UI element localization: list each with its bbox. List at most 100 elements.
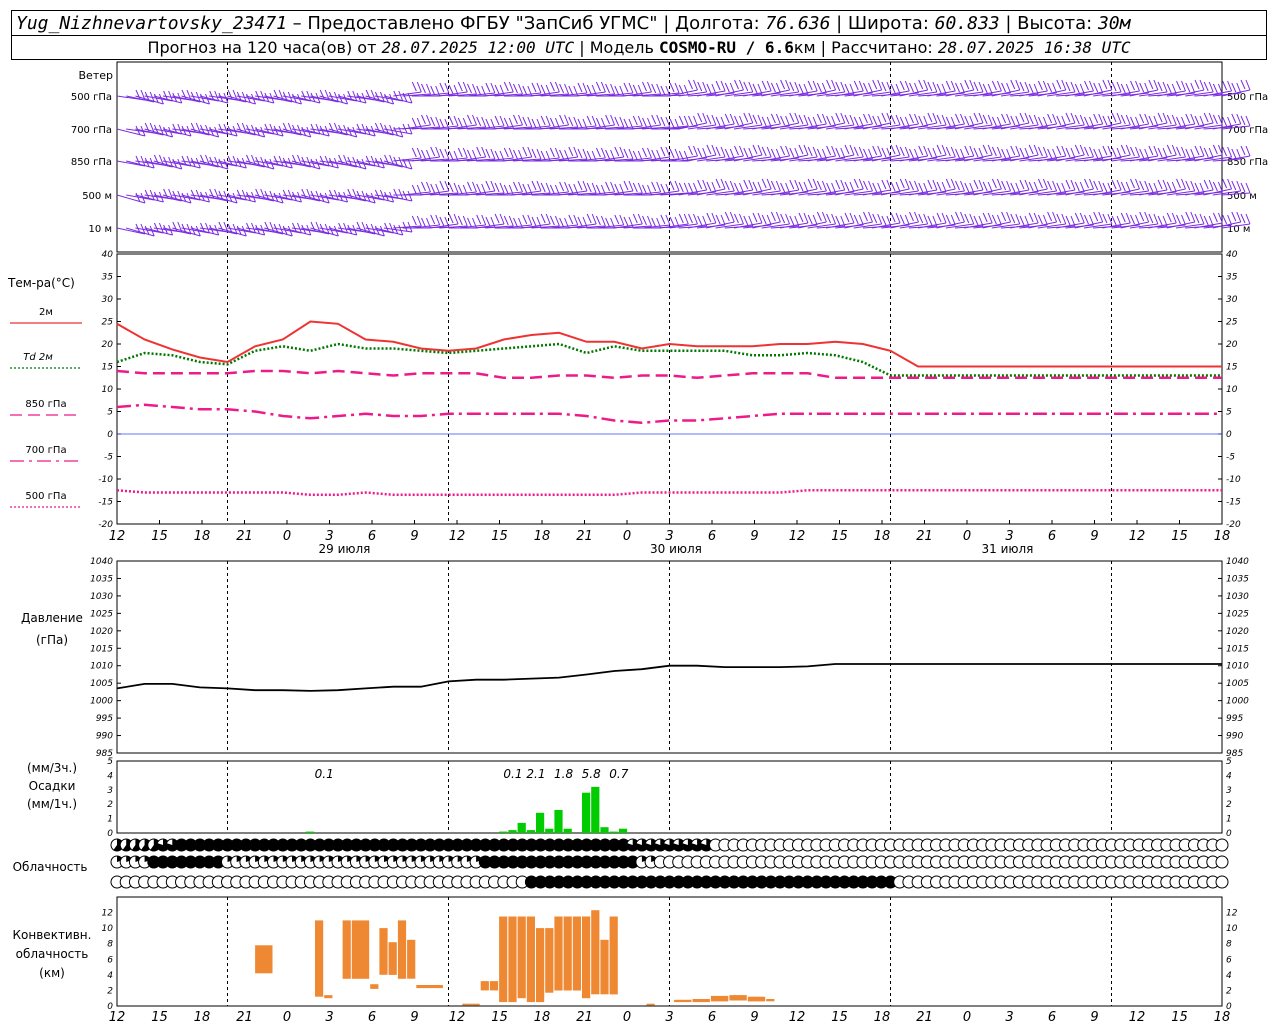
- convective-bar: [517, 916, 526, 999]
- temp-y-tick: 20: [102, 340, 114, 350]
- conv-y-tick: 6: [107, 955, 113, 965]
- time-x-label-bottom: 12: [789, 1010, 806, 1024]
- conv-y-tick-right: 10: [1226, 924, 1238, 934]
- wind-barb: [862, 179, 892, 196]
- pressure-unit: (гПа): [36, 633, 68, 647]
- time-x-label-bottom: 15: [1171, 1010, 1188, 1024]
- time-x-label: 15: [831, 529, 848, 544]
- time-x-label-bottom: 21: [916, 1010, 933, 1024]
- time-x-label-bottom: 21: [236, 1010, 253, 1024]
- temp-y-tick: 25: [102, 318, 114, 328]
- time-x-label: 18: [1214, 529, 1231, 544]
- wind-level-label: 500 гПа: [71, 92, 112, 103]
- pressure-y-tick-right: 990: [1226, 732, 1243, 742]
- pressure-y-tick: 995: [96, 714, 113, 724]
- precip-y-tick-right: 3: [1226, 786, 1232, 796]
- time-x-label: 18: [534, 529, 551, 544]
- precip-3h-total: 1.8: [554, 767, 573, 781]
- temp-y-tick-right: 20: [1226, 340, 1238, 350]
- precip-unit-3h: (мм/3ч.): [27, 761, 77, 775]
- wind-barb: [1093, 179, 1122, 196]
- wind-barb: [1046, 179, 1076, 196]
- convective-bar: [729, 995, 747, 1001]
- wind-barb: [1102, 212, 1131, 229]
- pressure-y-tick-right: 1035: [1226, 574, 1249, 584]
- pressure-y-tick-right: 1020: [1226, 627, 1249, 637]
- temp-legend-label: 500 гПа: [25, 491, 66, 502]
- wind-barb: [807, 145, 837, 162]
- wind-barb: [918, 212, 947, 229]
- precip-bar: [545, 828, 554, 833]
- conv-y-tick-right: 8: [1226, 940, 1232, 950]
- convective-bar: [600, 939, 609, 995]
- pressure-y-tick: 990: [96, 732, 113, 742]
- time-x-label-bottom: 18: [194, 1010, 211, 1024]
- wind-barb: [779, 212, 809, 229]
- wind-barb: [982, 113, 1012, 130]
- wind-barb: [1194, 212, 1223, 229]
- temp-ylabel: Тем-ра(°C): [7, 276, 75, 290]
- wind-barb: [733, 212, 763, 229]
- temp-series-line: [116, 403, 1222, 425]
- wind-barb: [752, 113, 781, 130]
- convective-bar: [324, 995, 333, 999]
- time-x-label-bottom: 6: [1048, 1010, 1056, 1024]
- precip-bar: [554, 810, 563, 833]
- convective-bar: [563, 916, 572, 991]
- wind-barb-row: [116, 79, 1251, 105]
- precip-3h-total: 5.8: [582, 767, 601, 781]
- precip-bar: [508, 830, 517, 833]
- precip-bar: [591, 786, 600, 833]
- time-x-label-bottom: 21: [576, 1010, 593, 1024]
- time-x-label-bottom: 12: [109, 1010, 126, 1024]
- wind-barb: [844, 113, 873, 130]
- wind-barb: [936, 113, 965, 130]
- time-x-label: 21: [236, 529, 253, 544]
- wind-barb: [835, 80, 864, 97]
- wind-level-label: 850 гПа: [71, 157, 112, 168]
- pressure-y-tick: 1005: [90, 679, 113, 689]
- convective-bar: [582, 916, 591, 999]
- convective-bar: [692, 999, 710, 1003]
- precip-bar: [536, 812, 545, 833]
- precip-y-tick-right: 2: [1226, 800, 1232, 810]
- wind-barb: [126, 122, 155, 134]
- convective-bar: [508, 916, 517, 1003]
- conv-y-tick-right: 2: [1226, 986, 1232, 996]
- precip-y-tick-right: 5: [1226, 757, 1232, 767]
- temp-y-tick: -15: [98, 498, 113, 508]
- conv-y-tick-right: 12: [1226, 909, 1238, 919]
- wind-barb: [899, 145, 929, 162]
- convective-bar: [407, 939, 416, 979]
- wind-barb: [1019, 80, 1048, 97]
- wind-barb: [715, 145, 744, 162]
- precip-bar: [600, 827, 609, 833]
- temp-y-tick-right: 35: [1226, 273, 1238, 283]
- temp-y-tick-right: 10: [1226, 385, 1238, 395]
- pressure-y-tick: 1020: [90, 627, 113, 637]
- temp-y-tick: 15: [102, 363, 114, 373]
- temp-y-tick-right: 40: [1226, 250, 1238, 260]
- time-x-label: 15: [151, 529, 168, 544]
- precip-y-tick-right: 1: [1226, 815, 1232, 825]
- precip-3h-total: 0.7: [609, 767, 628, 781]
- precip-bar: [499, 831, 508, 833]
- time-x-label: 0: [963, 529, 971, 544]
- time-x-label-bottom: 12: [1129, 1010, 1146, 1024]
- precip-y-tick: 3: [107, 786, 113, 796]
- pressure-y-tick-right: 1010: [1226, 662, 1249, 672]
- temp-y-tick-right: -5: [1226, 453, 1235, 463]
- temp-y-tick-right: 15: [1226, 363, 1238, 373]
- convective-bar: [462, 1003, 480, 1006]
- wind-barb: [687, 212, 717, 229]
- wind-barb: [1129, 145, 1159, 162]
- convective-bar: [397, 920, 407, 979]
- time-x-label-bottom: 0: [623, 1010, 631, 1024]
- precip-y-tick-right: 0: [1226, 829, 1232, 839]
- time-x-label-bottom: 3: [665, 1010, 673, 1024]
- precip-bar: [305, 831, 314, 833]
- wind-level-label: 500 м: [82, 191, 112, 202]
- precip-bar: [526, 830, 535, 833]
- wind-barb: [724, 179, 754, 196]
- convective-bar: [416, 985, 443, 989]
